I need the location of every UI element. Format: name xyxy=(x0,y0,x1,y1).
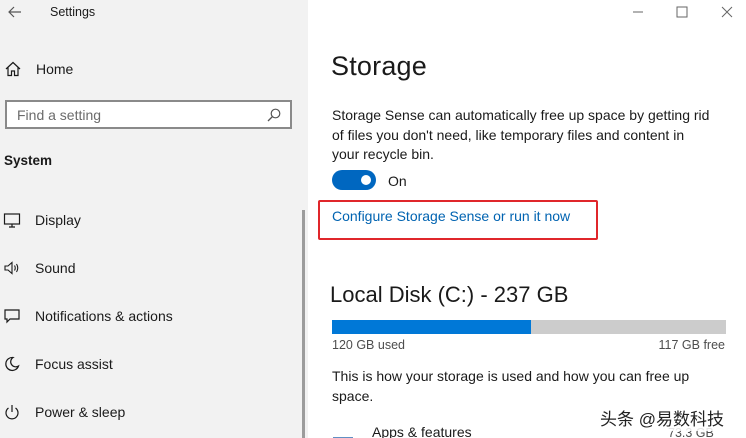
disk-free-label: 117 GB free xyxy=(658,338,725,352)
section-title-system: System xyxy=(4,153,53,168)
sidebar-item-sound[interactable]: Sound xyxy=(2,255,75,281)
sidebar-item-power-sleep[interactable]: Power & sleep xyxy=(2,399,125,425)
minimize-icon[interactable] xyxy=(628,2,648,22)
sidebar-item-label: Notifications & actions xyxy=(35,308,173,324)
storage-sense-description: Storage Sense can automatically free up … xyxy=(332,107,710,162)
power-icon xyxy=(2,402,22,422)
configure-storage-sense-link[interactable]: Configure Storage Sense or run it now xyxy=(332,208,570,224)
apps-features-icon xyxy=(332,432,354,438)
search-input[interactable]: Find a setting xyxy=(5,100,292,129)
disk-usage-bar xyxy=(332,320,726,334)
page-title: Storage xyxy=(331,51,427,81)
disk-used-label: 120 GB used xyxy=(332,338,405,352)
home-label: Home xyxy=(36,61,74,77)
maximize-icon[interactable] xyxy=(672,2,692,22)
sidebar-item-label: Focus assist xyxy=(35,356,113,372)
toggle-knob xyxy=(361,175,371,185)
watermark: 头条 @易数科技 xyxy=(596,404,728,431)
category-label-apps[interactable]: Apps & features xyxy=(372,424,472,438)
search-placeholder: Find a setting xyxy=(17,106,102,123)
sidebar-scrollbar[interactable] xyxy=(302,210,305,438)
home-nav-item[interactable]: Home xyxy=(4,58,73,80)
sidebar-item-notifications[interactable]: Notifications & actions xyxy=(2,303,173,329)
close-icon[interactable] xyxy=(717,2,737,22)
sidebar-item-label: Sound xyxy=(35,260,76,276)
sound-icon xyxy=(2,258,22,278)
sidebar-item-label: Power & sleep xyxy=(35,404,126,420)
navigation-pane: Settings Home Find a setting System Disp… xyxy=(0,0,308,438)
sidebar-item-label: Display xyxy=(35,212,81,228)
display-icon xyxy=(2,210,22,230)
notifications-icon xyxy=(2,306,22,326)
focus-assist-icon xyxy=(2,354,22,374)
home-icon xyxy=(4,60,22,78)
app-title: Settings xyxy=(50,5,96,19)
storage-sense-toggle[interactable] xyxy=(332,170,376,190)
back-arrow-icon[interactable] xyxy=(6,3,24,21)
search-icon[interactable] xyxy=(266,107,282,123)
sidebar-item-focus-assist[interactable]: Focus assist xyxy=(2,351,113,377)
sidebar-item-display[interactable]: Display xyxy=(2,207,81,233)
usage-description: This is how your storage is used and how… xyxy=(332,368,690,404)
disk-usage-fill xyxy=(332,320,532,334)
toggle-state-label: On xyxy=(388,173,407,189)
disk-title: Local Disk (C:) - 237 GB xyxy=(330,282,569,307)
